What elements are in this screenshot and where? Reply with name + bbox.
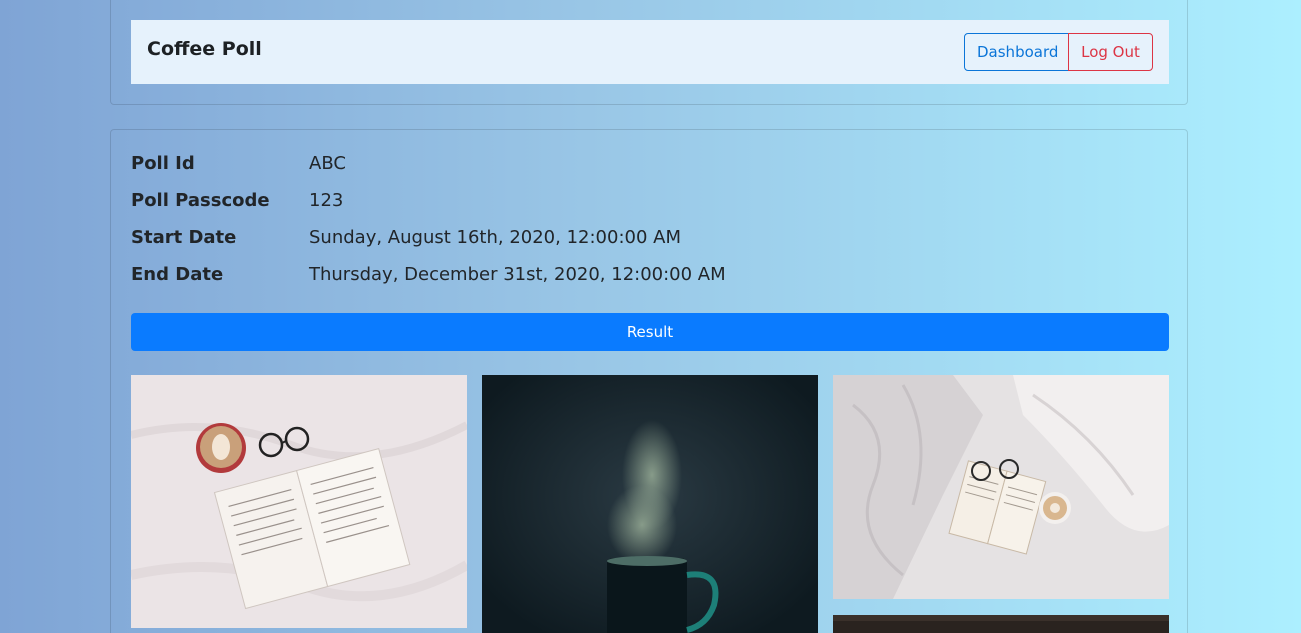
poll-card: Poll Id ABC Poll Passcode 123 Start Date… <box>110 129 1188 633</box>
dashboard-button[interactable]: Dashboard <box>964 33 1069 71</box>
result-button[interactable]: Result <box>131 313 1169 351</box>
coffee-photo-1[interactable] <box>131 375 467 628</box>
end-date-label: End Date <box>131 264 224 285</box>
nav-button-group: Dashboard Log Out <box>964 33 1153 71</box>
start-date-value: Sunday, August 16th, 2020, 12:00:00 AM <box>309 227 681 248</box>
navbar: Coffee Poll Dashboard Log Out <box>131 20 1169 84</box>
coffee-photo-3[interactable] <box>833 375 1169 599</box>
poll-passcode-label: Poll Passcode <box>131 190 270 211</box>
end-date-value: Thursday, December 31st, 2020, 12:00:00 … <box>309 264 726 285</box>
start-date-label: Start Date <box>131 227 237 248</box>
poll-id-value: ABC <box>309 153 346 174</box>
coffee-photo-2[interactable] <box>482 375 818 633</box>
poll-id-label: Poll Id <box>131 153 195 174</box>
header-card: Coffee Poll Dashboard Log Out <box>110 0 1188 105</box>
logout-button[interactable]: Log Out <box>1068 33 1153 71</box>
poll-passcode-value: 123 <box>309 190 344 211</box>
coffee-photo-4[interactable] <box>833 615 1169 633</box>
brand-title[interactable]: Coffee Poll <box>147 38 262 60</box>
